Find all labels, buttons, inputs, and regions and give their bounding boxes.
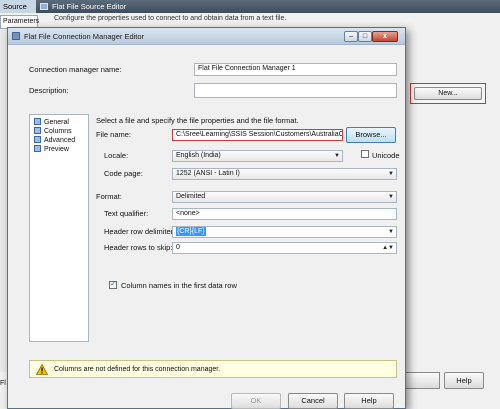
- header-row-delimiter-value: {CR}{LF}: [176, 227, 206, 236]
- nav-item-label: Preview: [44, 146, 69, 153]
- connection-manager-icon: [12, 32, 20, 40]
- description-label: Description:: [29, 86, 69, 95]
- nav-item-label: Columns: [44, 128, 72, 135]
- maximize-button[interactable]: □: [358, 31, 372, 42]
- page-navigation-list: General Columns Advanced Preview: [29, 114, 89, 342]
- flat-file-connection-manager-editor-dialog: Flat File Connection Manager Editor – □ …: [7, 27, 406, 409]
- source-editor-description: Configure the properties used to connect…: [54, 15, 287, 22]
- column-names-label: Column names in the first data row: [121, 281, 237, 290]
- unicode-label: Unicode: [372, 151, 400, 160]
- column-names-checkbox[interactable]: ✓: [109, 281, 117, 289]
- nav-item-preview[interactable]: Preview: [34, 145, 69, 153]
- header-rows-to-skip-stepper[interactable]: 0 ▲▼: [172, 242, 397, 254]
- source-editor-footer-label: Fl: [0, 380, 6, 387]
- file-name-input[interactable]: C:\Sree\Learning\SSIS Session\Customers\…: [172, 129, 343, 141]
- text-qualifier-input[interactable]: <none>: [172, 208, 397, 220]
- chevron-down-icon: ▼: [388, 229, 394, 235]
- stepper-arrows-icon[interactable]: ▲▼: [382, 243, 394, 253]
- format-value: Delimited: [176, 193, 206, 200]
- dialog-titlebar[interactable]: Flat File Connection Manager Editor – □ …: [8, 28, 405, 45]
- columns-page-icon: [34, 127, 41, 134]
- ok-button[interactable]: OK: [231, 393, 281, 409]
- nav-item-general[interactable]: General: [34, 118, 69, 126]
- connection-manager-name-label: Connection manager name:: [29, 65, 122, 74]
- nav-item-label: General: [44, 119, 69, 126]
- code-page-label: Code page:: [104, 169, 143, 178]
- nav-item-advanced[interactable]: Advanced: [34, 136, 75, 144]
- file-name-label: File name:: [96, 130, 132, 139]
- source-editor-title: Flat File Source Editor: [52, 2, 127, 11]
- help-button[interactable]: Help: [344, 393, 394, 409]
- code-page-dropdown[interactable]: 1252 (ANSI - Latin I) ▼: [172, 168, 397, 180]
- text-qualifier-label: Text qualifier:: [104, 209, 149, 218]
- locale-dropdown[interactable]: English (India) ▼: [172, 150, 343, 162]
- header-rows-to-skip-label: Header rows to skip:: [104, 243, 173, 252]
- new-connection-button[interactable]: New...: [414, 87, 482, 100]
- general-page-icon: [34, 118, 41, 125]
- browse-button[interactable]: Browse...: [346, 127, 396, 143]
- warning-icon: [36, 364, 48, 375]
- warning-bar: Columns are not defined for this connect…: [29, 360, 397, 378]
- advanced-page-icon: [34, 136, 41, 143]
- preview-page-icon: [34, 145, 41, 152]
- format-dropdown[interactable]: Delimited ▼: [172, 191, 397, 203]
- new-button-highlight: New...: [410, 83, 486, 104]
- header-row-delimiter-label: Header row delimiter:: [104, 227, 176, 236]
- general-page-intro: Select a file and specify the file prope…: [96, 116, 299, 125]
- connection-manager-name-input[interactable]: Flat File Connection Manager 1: [194, 63, 397, 76]
- source-tab[interactable]: Source: [0, 0, 36, 13]
- minimize-button[interactable]: –: [344, 31, 358, 42]
- source-editor-ok-button[interactable]: [402, 372, 440, 389]
- chevron-down-icon: ▼: [388, 194, 394, 200]
- dialog-title: Flat File Connection Manager Editor: [24, 32, 145, 41]
- code-page-value: 1252 (ANSI - Latin I): [176, 170, 240, 177]
- format-label: Format:: [96, 192, 122, 201]
- description-input[interactable]: [194, 83, 397, 98]
- header-row-delimiter-dropdown[interactable]: {CR}{LF} ▼: [172, 226, 397, 238]
- nav-item-label: Advanced: [44, 137, 76, 144]
- locale-value: English (India): [176, 152, 221, 159]
- close-button[interactable]: x: [372, 31, 398, 42]
- header-rows-to-skip-value: 0: [176, 244, 180, 251]
- warning-text: Columns are not defined for this connect…: [54, 366, 221, 373]
- chevron-down-icon: ▼: [334, 153, 340, 159]
- locale-label: Locale:: [104, 151, 129, 160]
- cancel-button[interactable]: Cancel: [288, 393, 338, 409]
- unicode-checkbox[interactable]: [361, 150, 369, 158]
- source-editor-help-button[interactable]: Help: [444, 372, 484, 389]
- chevron-down-icon: ▼: [388, 171, 394, 177]
- nav-item-columns[interactable]: Columns: [34, 127, 72, 135]
